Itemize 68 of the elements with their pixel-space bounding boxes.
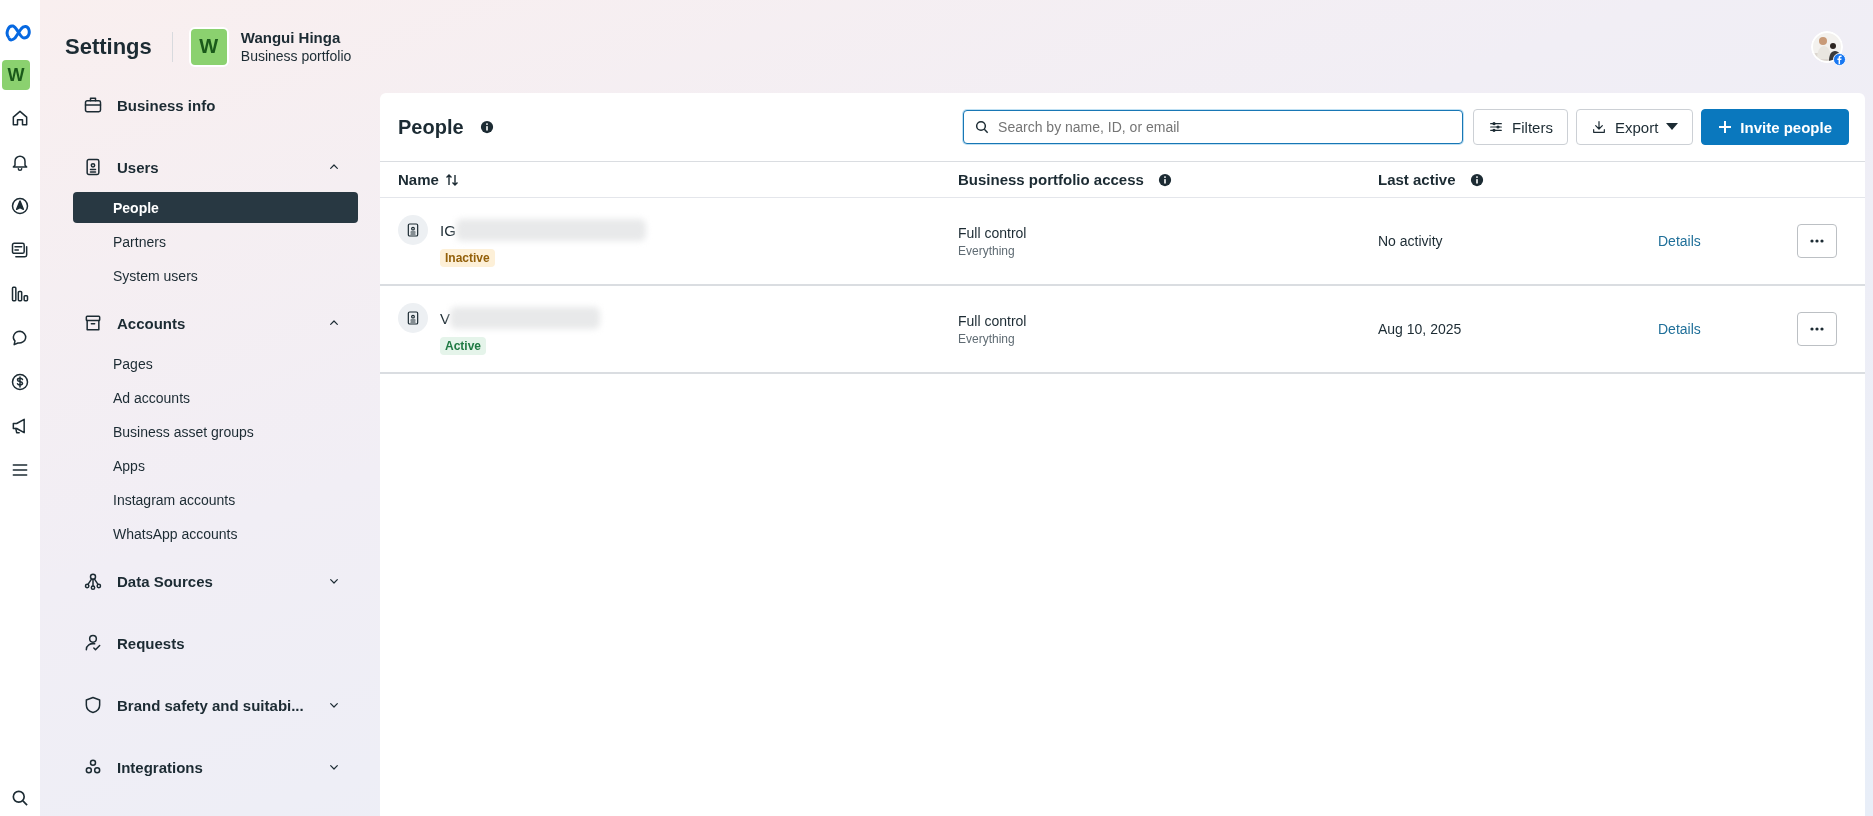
- sidebar-item[interactable]: WhatsApp accounts: [73, 518, 358, 549]
- sidebar-item[interactable]: Instagram accounts: [73, 484, 358, 515]
- id-badge-icon: [405, 222, 421, 238]
- column-header[interactable]: Name: [398, 171, 439, 188]
- download-icon: [1590, 119, 1607, 135]
- plus-icon: [1718, 120, 1733, 134]
- details-link[interactable]: Details: [1658, 233, 1701, 249]
- panel-title: People: [398, 115, 464, 139]
- page-title: Settings: [65, 31, 173, 62]
- sidebar-item[interactable]: Partners: [73, 226, 358, 257]
- status-tag: Inactive: [440, 249, 495, 267]
- archive-box-icon: [83, 313, 103, 333]
- info-icon[interactable]: [1157, 172, 1172, 187]
- table-cell-text: Everything: [958, 243, 1016, 258]
- sidebar-section[interactable]: Requests: [73, 623, 358, 663]
- briefcase-icon: [83, 95, 103, 115]
- table-cell-text: No activity: [1378, 233, 1444, 249]
- portfolio-avatar: W: [188, 26, 229, 67]
- sidebar-section[interactable]: Accounts: [73, 303, 358, 343]
- sort-arrows-icon[interactable]: [444, 172, 459, 187]
- sidebar-item[interactable]: Pages: [73, 348, 358, 379]
- caret-icon: [1666, 123, 1679, 131]
- home-icon[interactable]: [10, 108, 30, 128]
- sidebar-section[interactable]: Business info: [73, 85, 358, 125]
- person-name: V: [440, 309, 450, 327]
- table-cell-text: Everything: [958, 331, 1016, 346]
- sidebar-item[interactable]: System users: [73, 260, 358, 291]
- navigation-icon[interactable]: [10, 196, 30, 216]
- stacked-cards-icon[interactable]: [10, 240, 30, 260]
- dollar-coin-icon[interactable]: [10, 372, 30, 392]
- sidebar-section[interactable]: Integrations: [73, 747, 358, 787]
- info-icon[interactable]: [1469, 172, 1484, 187]
- ellipsis-icon: [1810, 327, 1824, 331]
- sidebar-section[interactable]: Data Sources: [73, 561, 358, 601]
- filters-button[interactable]: Filters: [1473, 109, 1568, 145]
- info-icon[interactable]: [479, 120, 494, 134]
- search-field[interactable]: Search by name, ID, or email: [963, 110, 1464, 144]
- id-badge-icon: [405, 310, 421, 326]
- search-icon[interactable]: [10, 788, 30, 808]
- portfolio-avatar[interactable]: W: [2, 60, 30, 90]
- invite-people-button[interactable]: Invite people: [1701, 109, 1849, 145]
- portfolio-name: Wangui Hinga: [240, 29, 342, 46]
- sidebar-section[interactable]: Brand safety and suitabi...: [73, 685, 358, 725]
- shield-icon: [83, 695, 103, 715]
- export-button[interactable]: Export: [1575, 109, 1694, 145]
- sliders-icon: [1488, 119, 1505, 135]
- table-cell-text: Full control: [958, 224, 1028, 241]
- ellipsis-icon: [1810, 239, 1824, 243]
- table-cell-text: Full control: [958, 312, 1028, 329]
- bar-chart-icon[interactable]: [10, 284, 30, 304]
- status-tag: Active: [440, 337, 487, 355]
- linked-circles-icon: [83, 757, 103, 777]
- person-check-icon: [83, 633, 103, 653]
- person-name: IG: [440, 221, 456, 239]
- column-header: Last active: [1378, 171, 1456, 188]
- column-header: Business portfolio access: [958, 171, 1144, 188]
- sidebar-item[interactable]: Apps: [73, 450, 358, 481]
- sidebar-item[interactable]: Business asset groups: [73, 416, 358, 447]
- sidebar-section[interactable]: Users: [73, 147, 358, 187]
- portfolio-subtitle: Business portfolio: [240, 48, 352, 64]
- sidebar-item[interactable]: Ad accounts: [73, 382, 358, 413]
- sidebar-item[interactable]: People: [73, 192, 358, 223]
- search-icon: [974, 119, 991, 135]
- connected-nodes-icon: [83, 571, 103, 591]
- facebook-badge-icon: [1833, 52, 1846, 66]
- details-link[interactable]: Details: [1658, 321, 1701, 337]
- table-cell-text: Aug 10, 2025: [1378, 321, 1463, 337]
- id-badge-icon: [83, 157, 103, 177]
